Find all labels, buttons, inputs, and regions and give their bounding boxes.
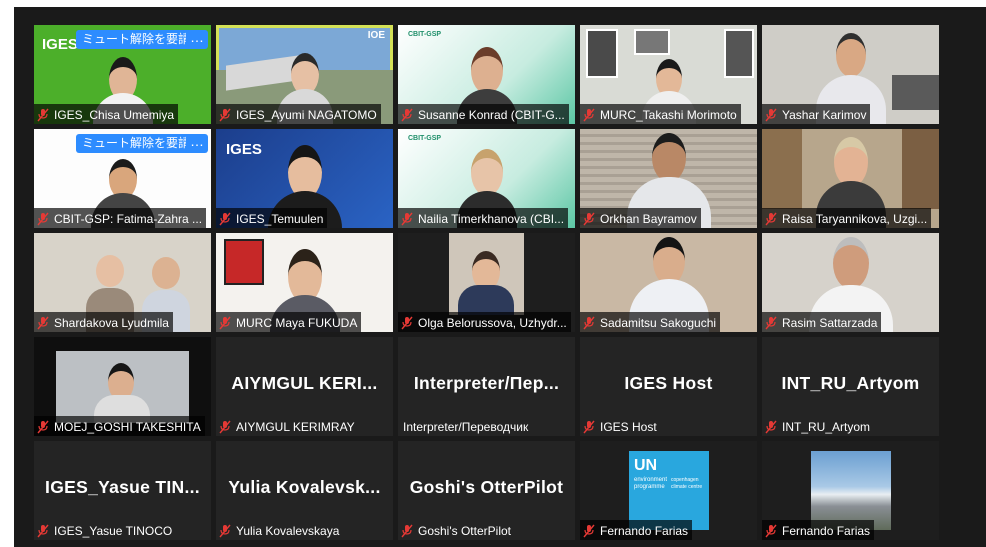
mic-muted-icon bbox=[219, 316, 231, 330]
video-tile-fernando-1[interactable]: UN environment programme copenhagen clim… bbox=[580, 441, 757, 540]
mic-muted-icon bbox=[37, 212, 49, 226]
mic-muted-icon bbox=[765, 108, 777, 122]
more-options-button[interactable]: … bbox=[186, 30, 208, 49]
mic-muted-icon bbox=[765, 316, 777, 330]
participant-name-label: Nailia Timerkhanova (CBI... bbox=[398, 208, 569, 228]
video-tile-yasue[interactable]: IGES_Yasue TIN... IGES_Yasue TINOCO bbox=[34, 441, 211, 540]
video-tile-takashi[interactable]: MURC_Takashi Morimoto bbox=[580, 25, 757, 124]
participant-name-label: Olga Belorussova, Uzhydr... bbox=[398, 312, 571, 332]
participant-name-label: Yulia Kovalevskaya bbox=[216, 520, 343, 540]
participant-name-label: Susanne Konrad (CBIT-G... bbox=[398, 104, 569, 124]
participant-name-label: Fernando Farias bbox=[762, 520, 875, 540]
ioe-logo: IOE bbox=[367, 30, 385, 41]
participant-name-label: Yashar Karimov bbox=[762, 104, 871, 124]
mic-muted-icon bbox=[219, 420, 231, 434]
video-tile-olga[interactable]: Olga Belorussova, Uzhydr... bbox=[398, 233, 575, 332]
participant-name-label: AIYMGUL KERIMRAY bbox=[216, 416, 359, 436]
video-tile-aiymgul[interactable]: AIYMGUL KERI... AIYMGUL KERIMRAY bbox=[216, 337, 393, 436]
mic-muted-icon bbox=[765, 212, 777, 226]
mic-muted-icon bbox=[37, 316, 49, 330]
video-tile-iges-host[interactable]: IGES Host IGES Host bbox=[580, 337, 757, 436]
video-tile-rasim[interactable]: Rasim Sattarzada bbox=[762, 233, 939, 332]
video-tile-int-ru-artyom[interactable]: INT_RU_Artyom INT_RU_Artyom bbox=[762, 337, 939, 436]
participant-display-name: Yulia Kovalevsk... bbox=[228, 477, 381, 497]
video-tile-interpreter[interactable]: Interpreter/Пер... Interpreter/Переводчи… bbox=[398, 337, 575, 436]
mic-muted-icon bbox=[401, 524, 413, 538]
video-tile-susanne[interactable]: CBIT-GSP Susanne Konrad (CBIT-G... bbox=[398, 25, 575, 124]
mic-muted-icon bbox=[765, 420, 777, 434]
video-tile-nailia[interactable]: CBIT-GSP Nailia Timerkhanova (CBI... bbox=[398, 129, 575, 228]
participant-name-label: Fernando Farias bbox=[580, 520, 693, 540]
participant-name-label: MOEJ_GOSHI TAKESHITA bbox=[34, 416, 205, 436]
mic-muted-icon bbox=[37, 524, 49, 538]
video-tile-ayumi-active-speaker[interactable]: IOE IGES_Ayumi NAGATOMO bbox=[216, 25, 393, 124]
mic-muted-icon bbox=[583, 316, 595, 330]
participant-video bbox=[96, 255, 124, 287]
video-tile-yashar[interactable]: Yashar Karimov bbox=[762, 25, 939, 124]
request-unmute-button[interactable]: ミュート解除を要請 bbox=[76, 134, 197, 153]
participant-name-label: IGES_Ayumi NAGATOMO bbox=[216, 104, 381, 124]
request-unmute-button[interactable]: ミュート解除を要請 bbox=[76, 30, 197, 49]
video-tile-fernando-2[interactable]: Fernando Farias bbox=[762, 441, 939, 540]
participant-name-label: Goshi's OtterPilot bbox=[398, 520, 515, 540]
mic-muted-icon bbox=[219, 524, 231, 538]
mic-muted-icon bbox=[583, 524, 595, 538]
video-tile-otterpilot[interactable]: Goshi's OtterPilot Goshi's OtterPilot bbox=[398, 441, 575, 540]
participant-display-name: INT_RU_Artyom bbox=[781, 373, 920, 393]
participant-name-label: Shardakova Lyudmila bbox=[34, 312, 173, 332]
cbit-logo: CBIT-GSP bbox=[408, 135, 442, 142]
participant-name-label: INT_RU_Artyom bbox=[762, 416, 874, 436]
participant-name-label: IGES_Chisa Umemiya bbox=[34, 104, 179, 124]
more-options-button[interactable]: … bbox=[186, 134, 208, 153]
video-tile-raisa[interactable]: Raisa Taryannikova, Uzgi... bbox=[762, 129, 939, 228]
participant-name-label: IGES_Temuulen bbox=[216, 208, 328, 228]
participant-name-label: Interpreter/Переводчик bbox=[403, 419, 529, 434]
participant-name-label: Raisa Taryannikova, Uzgi... bbox=[762, 208, 932, 228]
mic-muted-icon bbox=[37, 420, 49, 434]
video-tile-orkhan[interactable]: Orkhan Bayramov bbox=[580, 129, 757, 228]
participant-name-label: Orkhan Bayramov bbox=[580, 208, 701, 228]
video-tile-sadamitsu[interactable]: Sadamitsu Sakoguchi bbox=[580, 233, 757, 332]
participant-name-label: MURC Maya FUKUDA bbox=[216, 312, 362, 332]
participant-name-label: CBIT-GSP: Fatima-Zahra ... bbox=[34, 208, 207, 228]
video-tile-temuulen[interactable]: IGES IGES_Temuulen bbox=[216, 129, 393, 228]
mic-muted-icon bbox=[37, 108, 49, 122]
participant-name-label: MURC_Takashi Morimoto bbox=[580, 104, 741, 124]
mic-muted-icon bbox=[583, 420, 595, 434]
participant-name-label: Rasim Sattarzada bbox=[762, 312, 882, 332]
iges-logo: IGES bbox=[42, 36, 78, 53]
participant-display-name: Goshi's OtterPilot bbox=[409, 477, 564, 497]
unep-logo-video: UN environment programme copenhagen clim… bbox=[629, 451, 709, 530]
mic-muted-icon bbox=[583, 212, 595, 226]
mic-muted-icon bbox=[401, 316, 413, 330]
participant-name-label: IGES Host bbox=[580, 416, 661, 436]
mic-muted-icon bbox=[765, 524, 777, 538]
video-tile-goshi[interactable]: MOEJ_GOSHI TAKESHITA bbox=[34, 337, 211, 436]
mic-muted-icon bbox=[583, 108, 595, 122]
participant-display-name: IGES Host bbox=[624, 373, 713, 393]
video-gallery: IGES IGES_Chisa Umemiya IOE IGES_Ayumi N… bbox=[0, 0, 986, 547]
video-tile-maya[interactable]: MURC Maya FUKUDA bbox=[216, 233, 393, 332]
mic-muted-icon bbox=[401, 212, 413, 226]
participant-display-name: Interpreter/Пер... bbox=[413, 373, 560, 393]
video-tile-shardakova[interactable]: Shardakova Lyudmila bbox=[34, 233, 211, 332]
participant-name-label: IGES_Yasue TINOCO bbox=[34, 520, 176, 540]
mic-muted-icon bbox=[401, 108, 413, 122]
participant-display-name: IGES_Yasue TIN... bbox=[45, 477, 200, 497]
participant-display-name: AIYMGUL KERI... bbox=[231, 373, 378, 393]
cbit-logo: CBIT-GSP bbox=[408, 31, 442, 38]
mic-muted-icon bbox=[219, 212, 231, 226]
mountain-landscape-video bbox=[811, 451, 891, 530]
mic-muted-icon bbox=[219, 108, 231, 122]
participant-name-label: Sadamitsu Sakoguchi bbox=[580, 312, 721, 332]
video-tile-yulia[interactable]: Yulia Kovalevsk... Yulia Kovalevskaya bbox=[216, 441, 393, 540]
iges-logo: IGES bbox=[226, 141, 262, 158]
